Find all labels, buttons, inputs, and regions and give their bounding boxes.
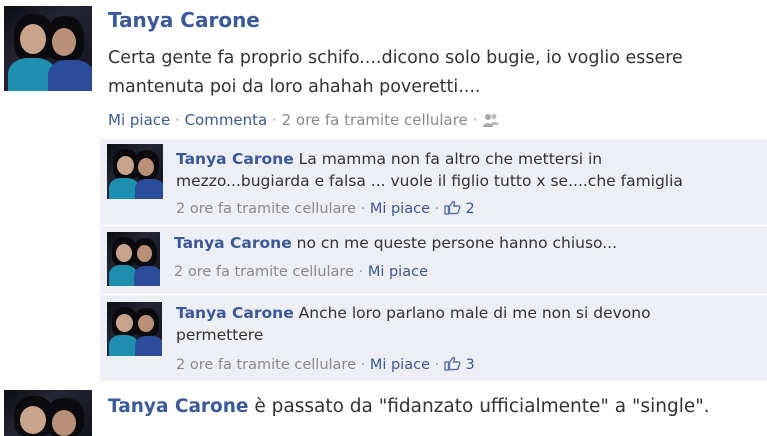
comment-meta: 2 ore fa tramite cellulare · Mi piace · … xyxy=(176,356,475,375)
separator-dot: · xyxy=(358,264,368,280)
comment-text-cont: permettere xyxy=(176,326,264,344)
separator-dot: · xyxy=(360,201,370,217)
comment-text: no cn me queste persone hanno chiuso... xyxy=(296,234,618,252)
comment-like-count[interactable]: 2 xyxy=(465,201,474,217)
post-text: Certa gente fa proprio schifo....dicono … xyxy=(108,48,683,97)
comment-author-name[interactable]: Tanya Carone xyxy=(176,150,294,168)
comment-author-name[interactable]: Tanya Carone xyxy=(174,234,292,252)
comment-author-avatar[interactable] xyxy=(107,144,163,199)
comment-meta: 2 ore fa tramite cellulare · Mi piace xyxy=(174,264,428,280)
comment-text-cont: mezzo...bugiarda e falsa ... vuole il fi… xyxy=(176,172,683,190)
status-text: è passato da "fidanzato ufficialmente" a… xyxy=(254,396,710,417)
status-author-name[interactable]: Tanya Carone xyxy=(108,396,248,417)
separator-dot: · xyxy=(434,357,444,373)
comment-body: Tanya Carone no cn me queste persone han… xyxy=(174,232,759,254)
separator-dot: · xyxy=(472,111,483,129)
comment-timestamp[interactable]: 2 ore fa tramite cellulare xyxy=(174,264,354,280)
separator-dot: · xyxy=(434,201,444,217)
comment-like-link[interactable]: Mi piace xyxy=(368,264,428,280)
post-author-name[interactable]: Tanya Carone xyxy=(108,8,260,32)
comment-timestamp[interactable]: 2 ore fa tramite cellulare xyxy=(176,201,356,217)
comment-like-count[interactable]: 3 xyxy=(465,357,474,373)
comment-like-link[interactable]: Mi piace xyxy=(370,201,430,217)
friends-icon[interactable] xyxy=(482,112,500,132)
separator-dot: · xyxy=(360,357,370,373)
status-author-avatar[interactable] xyxy=(4,390,92,436)
comment-meta: 2 ore fa tramite cellulare · Mi piace · … xyxy=(176,200,475,219)
comment-author-avatar[interactable] xyxy=(107,302,162,356)
comment-timestamp[interactable]: 2 ore fa tramite cellulare xyxy=(176,357,356,373)
post-actions: Mi piace · Commenta · 2 ore fa tramite c… xyxy=(108,111,500,132)
post-like-link[interactable]: Mi piace xyxy=(108,111,170,129)
status-update: Tanya Carone è passato da "fidanzato uff… xyxy=(108,396,710,417)
post-timestamp[interactable]: 2 ore fa tramite cellulare xyxy=(282,111,468,129)
separator-dot: · xyxy=(175,111,185,129)
comment-text: La mamma non fa altro che mettersi in xyxy=(298,150,603,168)
comment-like-link[interactable]: Mi piace xyxy=(370,357,430,373)
comment-text: Anche loro parlano male di me non si dev… xyxy=(298,304,651,322)
post-author-avatar[interactable] xyxy=(4,6,92,91)
comment-body: Tanya Carone Anche loro parlano male di … xyxy=(176,302,761,346)
post-comment-link[interactable]: Commenta xyxy=(185,111,268,129)
thumbs-up-icon[interactable] xyxy=(444,200,461,219)
thumbs-up-icon[interactable] xyxy=(444,356,461,375)
comment-author-avatar[interactable] xyxy=(107,232,160,286)
comment-body: Tanya Carone La mamma non fa altro che m… xyxy=(176,148,761,192)
separator-dot: · xyxy=(272,111,282,129)
comment-author-name[interactable]: Tanya Carone xyxy=(176,304,294,322)
